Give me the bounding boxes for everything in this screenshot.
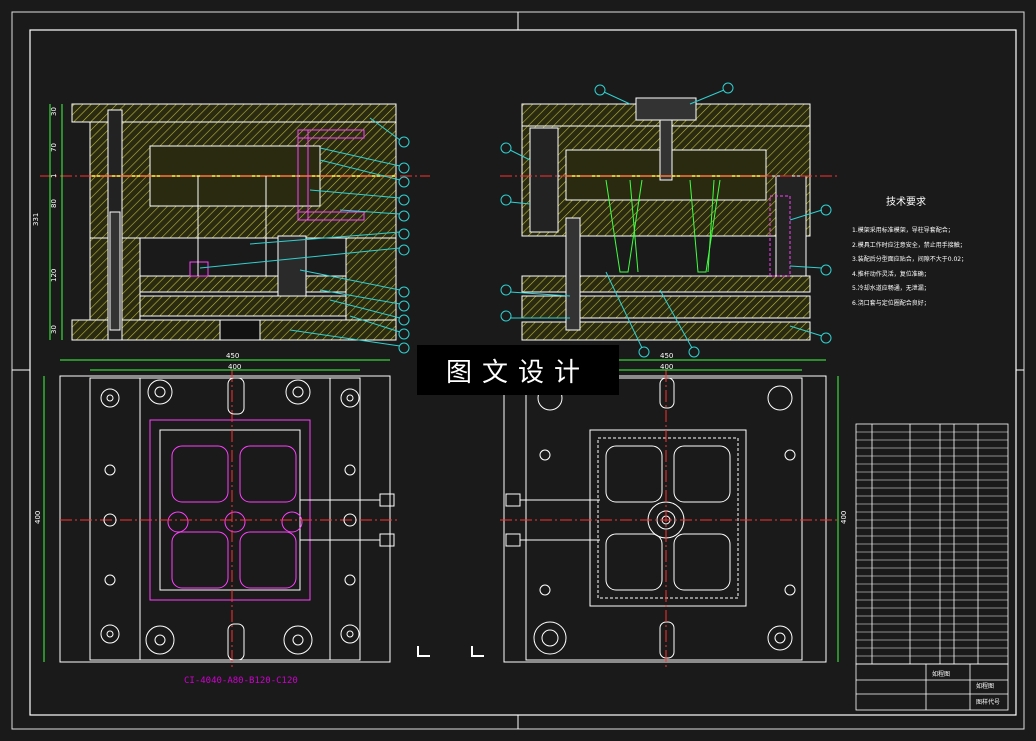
watermark-banner: 图文设计 xyxy=(417,345,619,395)
left-dim-width-inner: 400 xyxy=(228,363,241,371)
tech-line: 3.装配后分型面应贴合，间隙不大于0.02； xyxy=(852,256,968,263)
left-dim-height: 400 xyxy=(34,511,42,524)
dim-v-3: 80 xyxy=(50,199,58,208)
title-name1: 如程图 xyxy=(932,670,950,678)
tech-line: 4.推杆动作灵活，复位准确； xyxy=(852,270,930,278)
dim-v-0: 30 xyxy=(50,107,58,116)
bom-rows xyxy=(856,431,1008,657)
left-dim-width-outer: 450 xyxy=(226,352,239,360)
dim-v-2: 1 xyxy=(50,174,58,178)
tech-line: 1.模架采用标准模架，导柱导套配合； xyxy=(852,227,954,234)
left-plan-view: 450 400 400 CI-4040-A80-B120-C120 xyxy=(34,352,400,686)
corner-marker-left xyxy=(417,646,430,657)
corner-marker-right xyxy=(471,646,484,657)
title-drawing-no: 图样代号 xyxy=(976,698,1000,706)
dim-v-4: 120 xyxy=(50,269,58,282)
tech-line: 6.浇口套与定位圈配合良好； xyxy=(852,299,930,307)
tech-line: 5.冷却水道应畅通，无泄漏； xyxy=(852,285,930,292)
right-dim-width-outer: 450 xyxy=(660,352,673,360)
tech-requirements-list: 1.模架采用标准模架，导柱导套配合； 2.模具工作时应注意安全，禁止用手接触； … xyxy=(852,224,967,311)
mold-base-label: CI-4040-A80-B120-C120 xyxy=(184,676,298,686)
right-section-view xyxy=(500,82,840,358)
right-dim-width-inner: 400 xyxy=(660,363,673,371)
dim-v-1: 70 xyxy=(50,143,58,152)
right-plan-view: 450 400 400 xyxy=(500,352,848,670)
tech-line: 2.模具工作时应注意安全，禁止用手接触； xyxy=(852,241,966,249)
dim-v-5: 30 xyxy=(50,325,58,334)
dim-total-height: 331 xyxy=(32,213,40,226)
tech-requirements-title: 技术要求 xyxy=(886,197,926,208)
title-name2: 如程图 xyxy=(976,682,994,690)
right-dim-height: 400 xyxy=(840,511,848,524)
cad-drawing-viewport: 331 30 70 1 80 120 30 450 400 400 CI-404… xyxy=(0,0,1036,741)
left-section-view: 331 30 70 1 80 120 30 xyxy=(32,103,430,354)
